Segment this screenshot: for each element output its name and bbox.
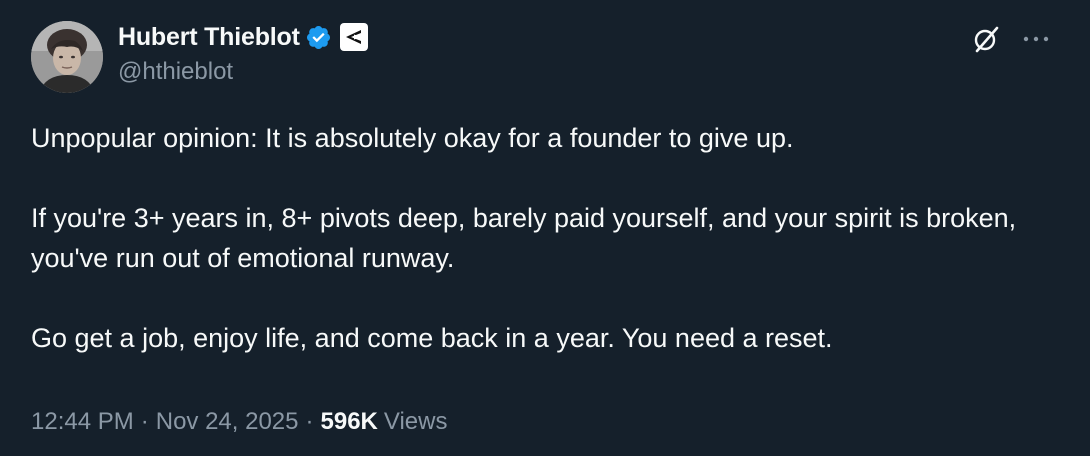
author-display-name[interactable]: Hubert Thieblot bbox=[118, 23, 300, 52]
verified-badge-icon[interactable] bbox=[305, 24, 332, 51]
grok-icon[interactable] bbox=[971, 24, 1001, 54]
meta-separator: · bbox=[305, 408, 314, 435]
views-label[interactable]: Views bbox=[384, 408, 448, 436]
tweet-paragraph: Go get a job, enjoy life, and come back … bbox=[31, 323, 833, 353]
author-handle[interactable]: @hthieblot bbox=[118, 58, 233, 86]
avatar[interactable] bbox=[31, 21, 103, 93]
affiliate-logo-icon[interactable] bbox=[339, 23, 368, 51]
tweet-date[interactable]: Nov 24, 2025 bbox=[156, 408, 299, 436]
views-count[interactable]: 596K bbox=[321, 408, 378, 436]
tweet-text: Unpopular opinion: It is absolutely okay… bbox=[31, 118, 1051, 358]
tweet-paragraph: Unpopular opinion: It is absolutely okay… bbox=[31, 123, 794, 153]
tweet-time[interactable]: 12:44 PM bbox=[31, 408, 134, 436]
avatar-image bbox=[31, 21, 103, 93]
tweet-meta: 12:44 PM · Nov 24, 2025 · 596K Views bbox=[31, 408, 447, 436]
tweet-paragraph: If you're 3+ years in, 8+ pivots deep, b… bbox=[31, 203, 1017, 273]
tweet-card: Hubert Thieblot @hthieblot Unpopular opi… bbox=[0, 0, 1090, 456]
more-options-icon[interactable] bbox=[1021, 24, 1051, 54]
author-name-row: Hubert Thieblot bbox=[118, 20, 368, 54]
meta-separator: · bbox=[140, 408, 149, 435]
